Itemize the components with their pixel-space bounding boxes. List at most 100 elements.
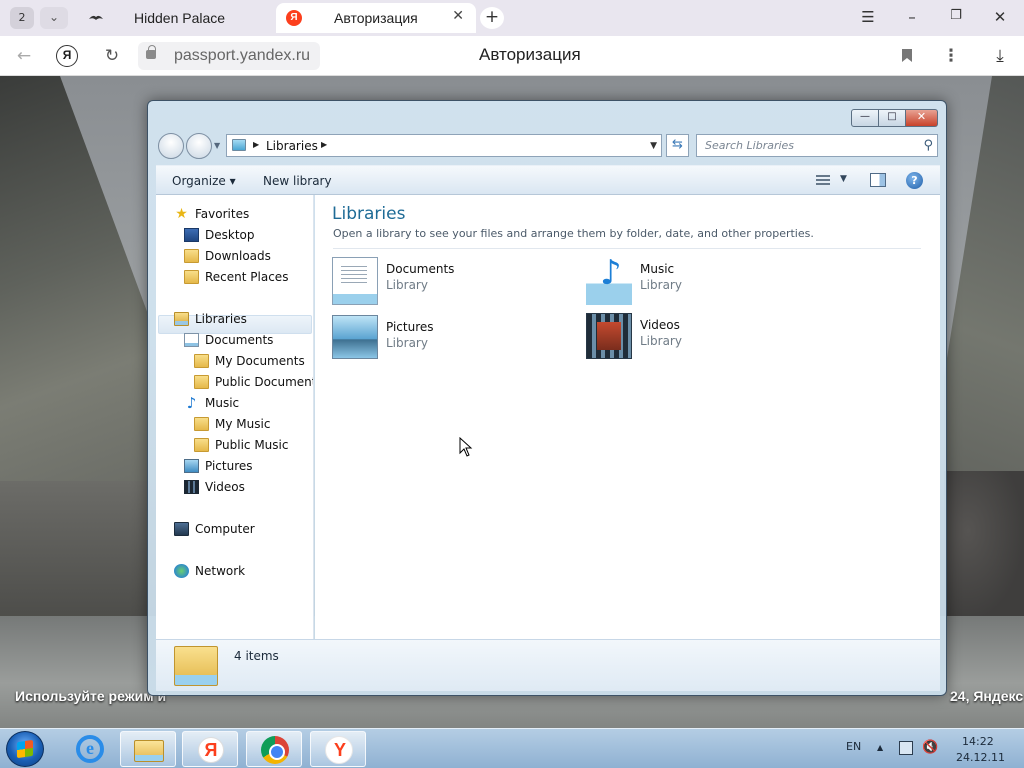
minimize-icon[interactable]: –: [902, 8, 922, 26]
search-input[interactable]: Search Libraries ⚲: [696, 134, 938, 157]
window-minimize-button[interactable]: —: [851, 109, 879, 127]
browser-menu-icon[interactable]: ☰: [858, 8, 878, 26]
url-field[interactable]: passport.yandex.ru: [138, 42, 320, 70]
nav-item-recent-places[interactable]: Recent Places: [184, 268, 288, 286]
restore-icon[interactable]: ❐: [946, 8, 966, 23]
help-icon[interactable]: ?: [906, 172, 923, 189]
window-close-button[interactable]: ✕: [906, 109, 938, 127]
nav-item-my-music[interactable]: My Music: [194, 415, 270, 433]
download-icon[interactable]: ⤓: [989, 46, 1011, 66]
close-icon[interactable]: ✕: [990, 8, 1010, 26]
explorer-forward-button[interactable]: [186, 133, 212, 159]
wallpaper-shore: [0, 481, 150, 631]
videos-icon: [184, 480, 199, 494]
nav-label: Public Documents: [215, 375, 314, 389]
tab-close-icon[interactable]: ✕: [452, 8, 464, 24]
chevron-right-icon[interactable]: ▶: [321, 140, 327, 149]
pictures-icon: [184, 459, 199, 473]
nav-item-favorites[interactable]: ★ Favorites: [174, 205, 249, 223]
volume-muted-icon[interactable]: 🔇: [922, 740, 938, 755]
nav-label: Recent Places: [205, 270, 289, 284]
internet-explorer-icon: e: [76, 735, 104, 763]
search-placeholder: Search Libraries: [705, 139, 795, 152]
downloads-folder-icon: [184, 249, 199, 263]
nav-item-my-documents[interactable]: My Documents: [194, 352, 305, 370]
network-tray-icon[interactable]: [899, 741, 913, 755]
tab-hidden-palace[interactable]: Hidden Palace: [78, 3, 268, 33]
nav-label: Public Music: [215, 438, 289, 452]
taskbar-chrome[interactable]: [246, 731, 302, 767]
nav-label: Libraries: [195, 312, 247, 326]
tab-menu-icon[interactable]: ⌄: [40, 7, 68, 29]
window-maximize-button[interactable]: □: [879, 109, 906, 127]
taskbar-internet-explorer[interactable]: e: [62, 731, 118, 767]
nav-item-public-music[interactable]: Public Music: [194, 436, 288, 454]
wallpaper-mountain-left: [0, 76, 150, 496]
breadcrumb-libraries[interactable]: Libraries: [266, 139, 318, 153]
library-type: Library: [386, 336, 428, 350]
reload-icon[interactable]: ↻: [101, 46, 123, 66]
library-name: Pictures: [386, 320, 434, 334]
search-icon[interactable]: ⚲: [923, 138, 933, 153]
taskbar-yandex[interactable]: Я: [182, 731, 238, 767]
language-indicator[interactable]: EN: [846, 740, 861, 753]
libraries-folder-icon: [174, 646, 218, 686]
nav-item-pictures[interactable]: Pictures: [184, 457, 253, 475]
libraries-icon: [174, 312, 189, 326]
library-music[interactable]: ♪ Music Library: [586, 255, 826, 307]
refresh-icon[interactable]: ⇆: [666, 134, 689, 157]
nav-label: Network: [195, 564, 246, 578]
footer-left-text: Используйте режим и: [15, 688, 167, 704]
chrome-icon: [261, 736, 289, 764]
library-name: Music: [640, 262, 675, 276]
nav-label: Documents: [205, 333, 274, 347]
nav-label: My Music: [215, 417, 271, 431]
library-type: Library: [640, 278, 682, 292]
library-videos[interactable]: Videos Library: [586, 313, 826, 363]
lock-icon[interactable]: [146, 45, 156, 59]
tab-authorization[interactable]: Я Авторизация ✕: [276, 3, 476, 33]
change-view-icon[interactable]: [816, 173, 832, 187]
preview-pane-icon[interactable]: [870, 173, 886, 187]
nav-label: Music: [205, 396, 240, 410]
address-dropdown-icon[interactable]: ▼: [650, 141, 657, 151]
videos-library-icon: [586, 313, 632, 359]
organize-button[interactable]: Organize ▾: [172, 174, 236, 188]
nav-item-public-documents[interactable]: Public Documents: [194, 373, 314, 391]
clock-date[interactable]: 24.12.11: [956, 751, 1005, 764]
libraries-icon: [232, 139, 246, 151]
explorer-back-button[interactable]: [158, 133, 184, 159]
bookmark-icon[interactable]: [901, 48, 913, 63]
library-documents[interactable]: Documents Library: [332, 257, 572, 307]
taskbar-windows-explorer[interactable]: [120, 731, 176, 767]
nav-item-music[interactable]: ♪ Music: [184, 394, 239, 412]
folder-icon: [134, 740, 164, 762]
clock-time[interactable]: 14:22: [962, 735, 994, 748]
nav-label: Downloads: [205, 249, 271, 263]
start-button[interactable]: [6, 731, 44, 767]
libraries-description: Open a library to see your files and arr…: [333, 227, 814, 240]
chevron-right-icon[interactable]: ▶: [253, 140, 259, 149]
browser-address-bar: ← Я ↻ passport.yandex.ru Авторизация ⋮ ⤓: [0, 36, 1024, 76]
new-tab-button[interactable]: +: [480, 7, 504, 29]
menu-dots-icon[interactable]: ⋮: [940, 46, 962, 66]
recent-pages-dropdown-icon[interactable]: ▼: [214, 141, 220, 150]
view-dropdown-icon[interactable]: ▼: [840, 174, 847, 184]
nav-item-computer[interactable]: Computer: [174, 520, 255, 538]
nav-item-network[interactable]: Network: [174, 562, 245, 580]
library-pictures[interactable]: Pictures Library: [332, 315, 572, 365]
nav-label: My Documents: [215, 354, 305, 368]
yandex-browser-icon: [325, 736, 354, 764]
new-library-button[interactable]: New library: [263, 174, 332, 188]
nav-item-videos[interactable]: Videos: [184, 478, 245, 496]
nav-item-downloads[interactable]: Downloads: [184, 247, 271, 265]
nav-item-libraries[interactable]: Libraries: [174, 310, 247, 328]
yandex-profile-badge[interactable]: Я: [56, 45, 78, 67]
taskbar-yandex-browser[interactable]: [310, 731, 366, 767]
nav-item-documents[interactable]: Documents: [184, 331, 273, 349]
back-icon[interactable]: ←: [13, 46, 35, 66]
nav-item-desktop[interactable]: Desktop: [184, 226, 255, 244]
tab-count-button[interactable]: 2: [10, 7, 34, 29]
show-hidden-icons-icon[interactable]: ▲: [877, 743, 883, 752]
address-breadcrumb[interactable]: ▶ Libraries ▶ ▼: [226, 134, 662, 157]
